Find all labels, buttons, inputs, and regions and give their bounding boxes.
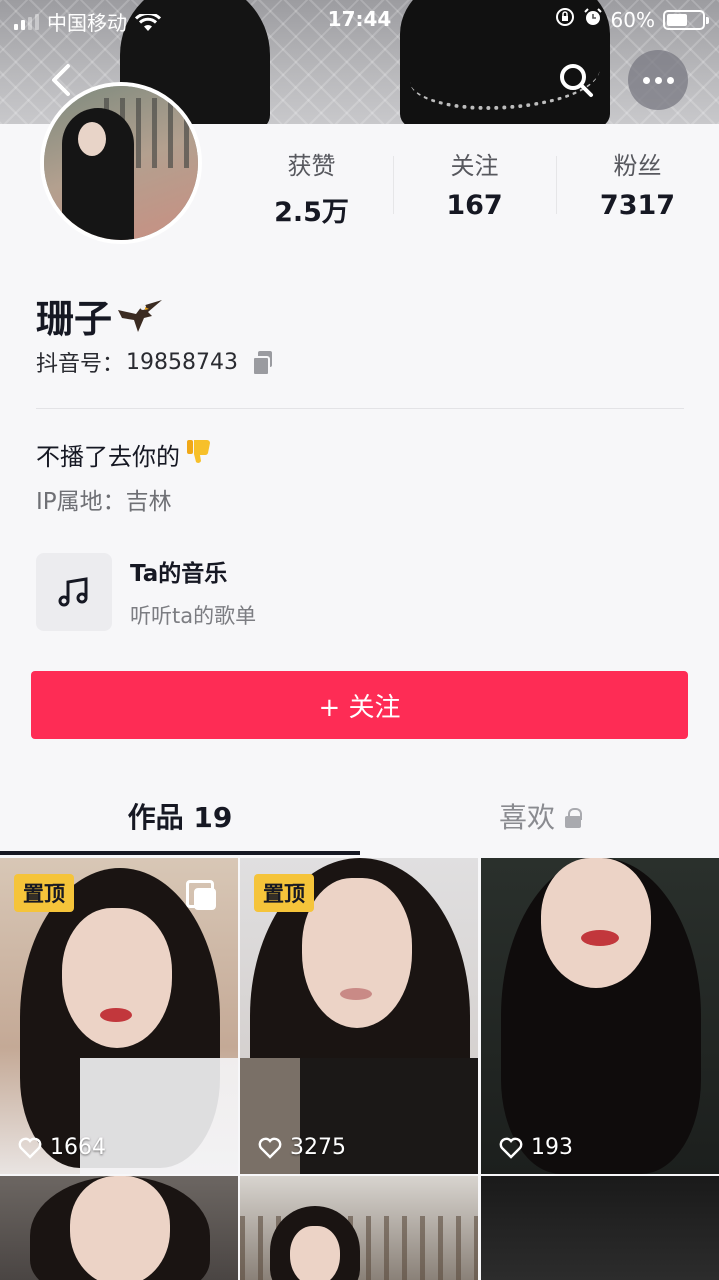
music-subtitle: 听听ta的歌单 [130,604,257,628]
pinned-badge: 置顶 [14,874,74,912]
stat-followers[interactable]: 粉丝 7317 [556,150,719,230]
nickname-row: 珊子 [36,288,164,343]
copy-icon[interactable] [252,351,274,376]
tab-works-label: 作品 19 [127,801,233,834]
pinned-badge: 置顶 [254,874,314,912]
profile-stats: 获赞 2.5万 关注 167 粉丝 7317 [230,150,719,230]
lock-icon [565,808,582,828]
stat-likes-received[interactable]: 获赞 2.5万 [230,150,393,230]
tab-indicator [0,851,360,855]
stat-value: 167 [446,190,503,221]
video-likes: 193 [499,1135,573,1160]
douyin-id-label: 抖音号： [36,352,125,377]
divider [36,408,684,409]
search-button[interactable] [556,60,596,100]
stat-value: 7317 [599,190,676,221]
heart-icon [18,1137,42,1159]
video-likes-count: 1664 [50,1135,106,1160]
bio-row: 不播了去你的 [36,436,214,473]
thumbs-down-icon [184,436,214,473]
stat-following[interactable]: 关注 167 [393,150,556,230]
battery-fill [667,13,688,26]
heart-icon [258,1137,282,1159]
video-likes: 1664 [18,1135,106,1160]
follow-label: + 关注 [318,692,401,723]
music-entry[interactable]: Ta的音乐 听听ta的歌单 [36,552,456,632]
video-item[interactable]: 置顶 1664 [0,858,238,1174]
video-likes: 3275 [258,1135,346,1160]
douyin-id-row[interactable]: 抖音号： 19858743 [36,346,274,378]
nickname: 珊子 [36,297,113,341]
multi-image-icon [186,880,216,910]
follow-button[interactable]: + 关注 [31,671,688,739]
eagle-icon [116,296,164,336]
tab-works[interactable]: 作品 19 [0,784,360,852]
more-button[interactable] [628,50,688,110]
status-bar: 中国移动 17:44 60% [0,0,719,40]
video-item[interactable]: 置顶 3275 [240,858,478,1174]
video-item[interactable] [0,1176,238,1280]
avatar[interactable] [40,82,202,244]
stat-label: 关注 [450,152,499,180]
content-tabs: 作品 19 喜欢 [0,784,719,856]
stat-label: 获赞 [287,152,336,180]
status-right-group: 60% [555,7,709,32]
search-icon [560,64,593,97]
stat-label: 粉丝 [613,152,662,180]
video-grid: 置顶 1664 置顶 3275 193 [0,858,719,1280]
music-title: Ta的音乐 [130,561,228,587]
douyin-id-value: 19858743 [126,349,238,375]
music-note-icon [58,577,88,607]
battery-icon [663,9,709,30]
video-likes-count: 3275 [290,1135,346,1160]
video-item[interactable] [481,1176,719,1280]
battery-percent: 60% [610,7,655,32]
ip-location: IP属地：吉林 [36,489,172,515]
stat-value: 2.5万 [274,197,349,228]
rotation-lock-icon [555,7,575,32]
tab-likes[interactable]: 喜欢 [360,784,719,852]
heart-icon [499,1137,523,1159]
tab-likes-label: 喜欢 [498,801,555,834]
video-likes-count: 193 [531,1135,573,1160]
more-dots-icon [642,76,650,84]
video-item[interactable]: 193 [481,858,719,1174]
bio-text: 不播了去你的 [36,443,180,471]
video-item[interactable] [240,1176,478,1280]
alarm-icon [583,7,603,32]
music-thumbnail [36,553,112,631]
